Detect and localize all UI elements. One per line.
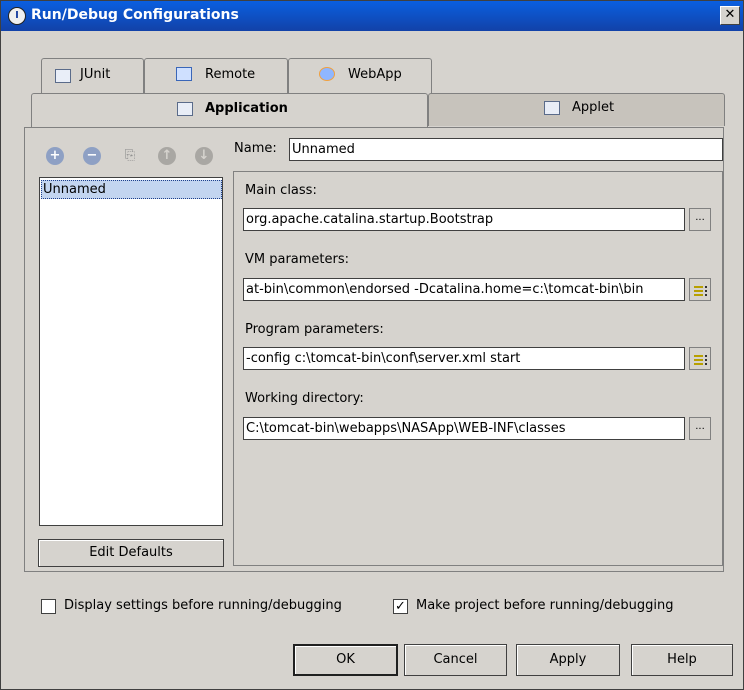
vm-parameters-expand-icon[interactable] (689, 278, 711, 301)
working-directory-field[interactable]: C:\tomcat-bin\webapps\NASApp\WEB-INF\cla… (243, 417, 685, 440)
application-icon (177, 102, 193, 116)
window-title: Run/Debug Configurations (31, 7, 239, 23)
tab-remote[interactable]: Remote (144, 58, 288, 94)
applet-icon (544, 101, 560, 115)
configuration-list[interactable]: Unnamed (39, 177, 223, 526)
make-project-checkbox[interactable]: ✓ (393, 599, 408, 614)
tab-remote-label: Remote (205, 67, 256, 82)
move-down-icon[interactable]: ↓ (195, 147, 213, 165)
help-button[interactable]: Help (631, 644, 733, 676)
program-parameters-expand-icon[interactable] (689, 347, 711, 370)
name-label: Name: (234, 141, 277, 156)
program-parameters-label: Program parameters: (245, 322, 384, 337)
tab-application-label: Application (205, 101, 288, 116)
edit-defaults-button[interactable]: Edit Defaults (38, 539, 224, 567)
app-logo-icon: I (8, 7, 26, 25)
title-bar: I Run/Debug Configurations ✕ (1, 1, 743, 31)
remove-icon[interactable]: − (83, 147, 101, 165)
tab-applet[interactable]: Applet (428, 93, 725, 126)
working-directory-browse-button[interactable]: ... (689, 417, 711, 440)
junit-icon (55, 69, 71, 83)
program-parameters-field[interactable]: -config c:\tomcat-bin\conf\server.xml st… (243, 347, 685, 370)
tab-application[interactable]: Application (31, 93, 428, 128)
display-settings-label: Display settings before running/debuggin… (64, 598, 342, 613)
list-item[interactable]: Unnamed (41, 180, 222, 199)
remote-icon (176, 67, 192, 81)
vm-parameters-label: VM parameters: (245, 252, 350, 267)
tab-applet-label: Applet (572, 100, 615, 115)
tab-junit[interactable]: JUnit (41, 58, 144, 94)
copy-icon[interactable]: ⎘ (121, 147, 139, 165)
tab-webapp[interactable]: WebApp (288, 58, 432, 94)
vm-parameters-field[interactable]: at-bin\common\endorsed -Dcatalina.home=c… (243, 278, 685, 301)
tab-junit-label: JUnit (80, 67, 111, 82)
main-class-label: Main class: (245, 183, 317, 198)
add-icon[interactable]: + (46, 147, 64, 165)
run-debug-dialog: I Run/Debug Configurations ✕ JUnit Remot… (0, 0, 744, 690)
name-field[interactable]: Unnamed (289, 138, 723, 161)
apply-button[interactable]: Apply (516, 644, 620, 676)
main-class-field[interactable]: org.apache.catalina.startup.Bootstrap (243, 208, 685, 231)
make-project-label: Make project before running/debugging (416, 598, 674, 613)
close-button[interactable]: ✕ (720, 6, 740, 25)
ok-button[interactable]: OK (293, 644, 398, 676)
webapp-icon (319, 67, 335, 81)
move-up-icon[interactable]: ↑ (158, 147, 176, 165)
working-directory-label: Working directory: (245, 391, 364, 406)
main-class-browse-button[interactable]: ... (689, 208, 711, 231)
cancel-button[interactable]: Cancel (404, 644, 507, 676)
tab-webapp-label: WebApp (348, 67, 402, 82)
display-settings-checkbox[interactable] (41, 599, 56, 614)
